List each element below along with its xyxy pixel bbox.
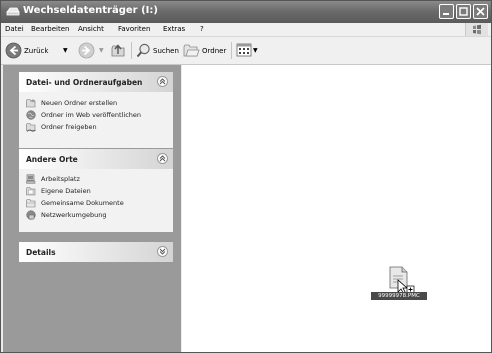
task-pane: Datei- und Ordneraufgaben Neuen Ordner e… [3,65,181,352]
search-label: Suchen [153,47,179,55]
menu-ansicht[interactable]: Ansicht [78,25,104,33]
file-folder-tasks-title: Datei- und Ordneraufgaben [26,78,143,87]
forward-dropdown-icon[interactable]: ▼ [99,47,104,54]
menu-bar: Datei Bearbeiten Ansicht Favoriten Extra… [1,23,491,37]
menu-favoriten[interactable]: Favoriten [118,25,150,33]
other-places-title: Andere Orte [26,155,78,164]
up-folder-icon [111,44,125,57]
search-button[interactable]: Suchen [135,41,181,60]
search-icon [136,43,150,58]
explorer-window: Wechseldatenträger (I:) Datei Bearbeiten… [0,0,492,353]
menu-datei[interactable]: Datei [5,25,24,33]
place-network-label: Netzwerkumgebung [41,211,107,219]
windows-logo [465,23,488,36]
forward-arrow-icon [78,42,95,59]
other-places-panel: Andere Orte Arbeitsplatz Eigene Dateien … [19,149,173,232]
menu-help[interactable]: ? [200,25,204,33]
toolbar: Zurück ▼ ▼ Suchen Ordner ▼ [1,37,491,65]
task-new-folder-label: Neuen Ordner erstellen [41,99,118,107]
file-folder-tasks-panel: Datei- und Ordneraufgaben Neuen Ordner e… [19,72,173,148]
minimize-button[interactable] [439,4,454,19]
file-list-area[interactable] [182,65,491,352]
back-dropdown-icon[interactable]: ▼ [63,47,68,54]
up-folder-button[interactable] [109,41,127,60]
collapse-chevron-icon[interactable] [157,153,168,164]
forward-button[interactable]: ▼ [78,41,108,60]
place-shared-documents-label: Gemeinsame Dokumente [41,199,124,207]
new-folder-icon [26,98,36,108]
back-label: Zurück [24,47,49,55]
window-title: Wechseldatenträger (I:) [23,5,158,16]
folders-label: Ordner [202,47,227,55]
task-publish-web-label: Ordner im Web veröffentlichen [41,111,142,119]
my-computer-icon [26,174,36,184]
toolbar-separator [131,42,132,59]
back-arrow-icon [5,42,22,59]
drive-icon [6,7,20,16]
my-documents-icon [26,187,36,196]
place-my-documents-label: Eigene Dateien [41,187,91,195]
publish-web-icon [26,110,36,120]
views-dropdown-icon[interactable]: ▼ [253,47,258,54]
views-button[interactable]: ▼ [236,42,260,59]
dragged-file-label: 99999978.PMC [371,292,427,300]
file-folder-tasks-header[interactable]: Datei- und Ordneraufgaben [19,72,173,92]
views-icon [236,43,252,57]
back-button[interactable]: Zurück ▼ [5,41,75,60]
share-folder-icon [26,123,36,132]
network-icon [26,210,36,220]
task-share-folder-label: Ordner freigeben [41,123,97,131]
details-title: Details [26,248,56,257]
close-button[interactable] [473,4,488,19]
details-header[interactable]: Details [19,242,173,262]
collapse-chevron-icon[interactable] [157,76,168,87]
title-bar[interactable]: Wechseldatenträger (I:) [1,1,491,23]
toolbar-separator-2 [231,42,232,59]
folders-icon [183,44,200,57]
menu-extras[interactable]: Extras [163,25,185,33]
other-places-header[interactable]: Andere Orte [19,149,173,169]
folders-button[interactable]: Ordner [183,41,229,60]
place-my-computer-label: Arbeitsplatz [41,175,80,183]
maximize-button[interactable] [456,4,471,19]
menu-bearbeiten[interactable]: Bearbeiten [31,25,69,33]
expand-chevron-icon[interactable] [157,246,168,257]
shared-documents-icon [26,199,36,208]
details-panel: Details [19,242,173,262]
